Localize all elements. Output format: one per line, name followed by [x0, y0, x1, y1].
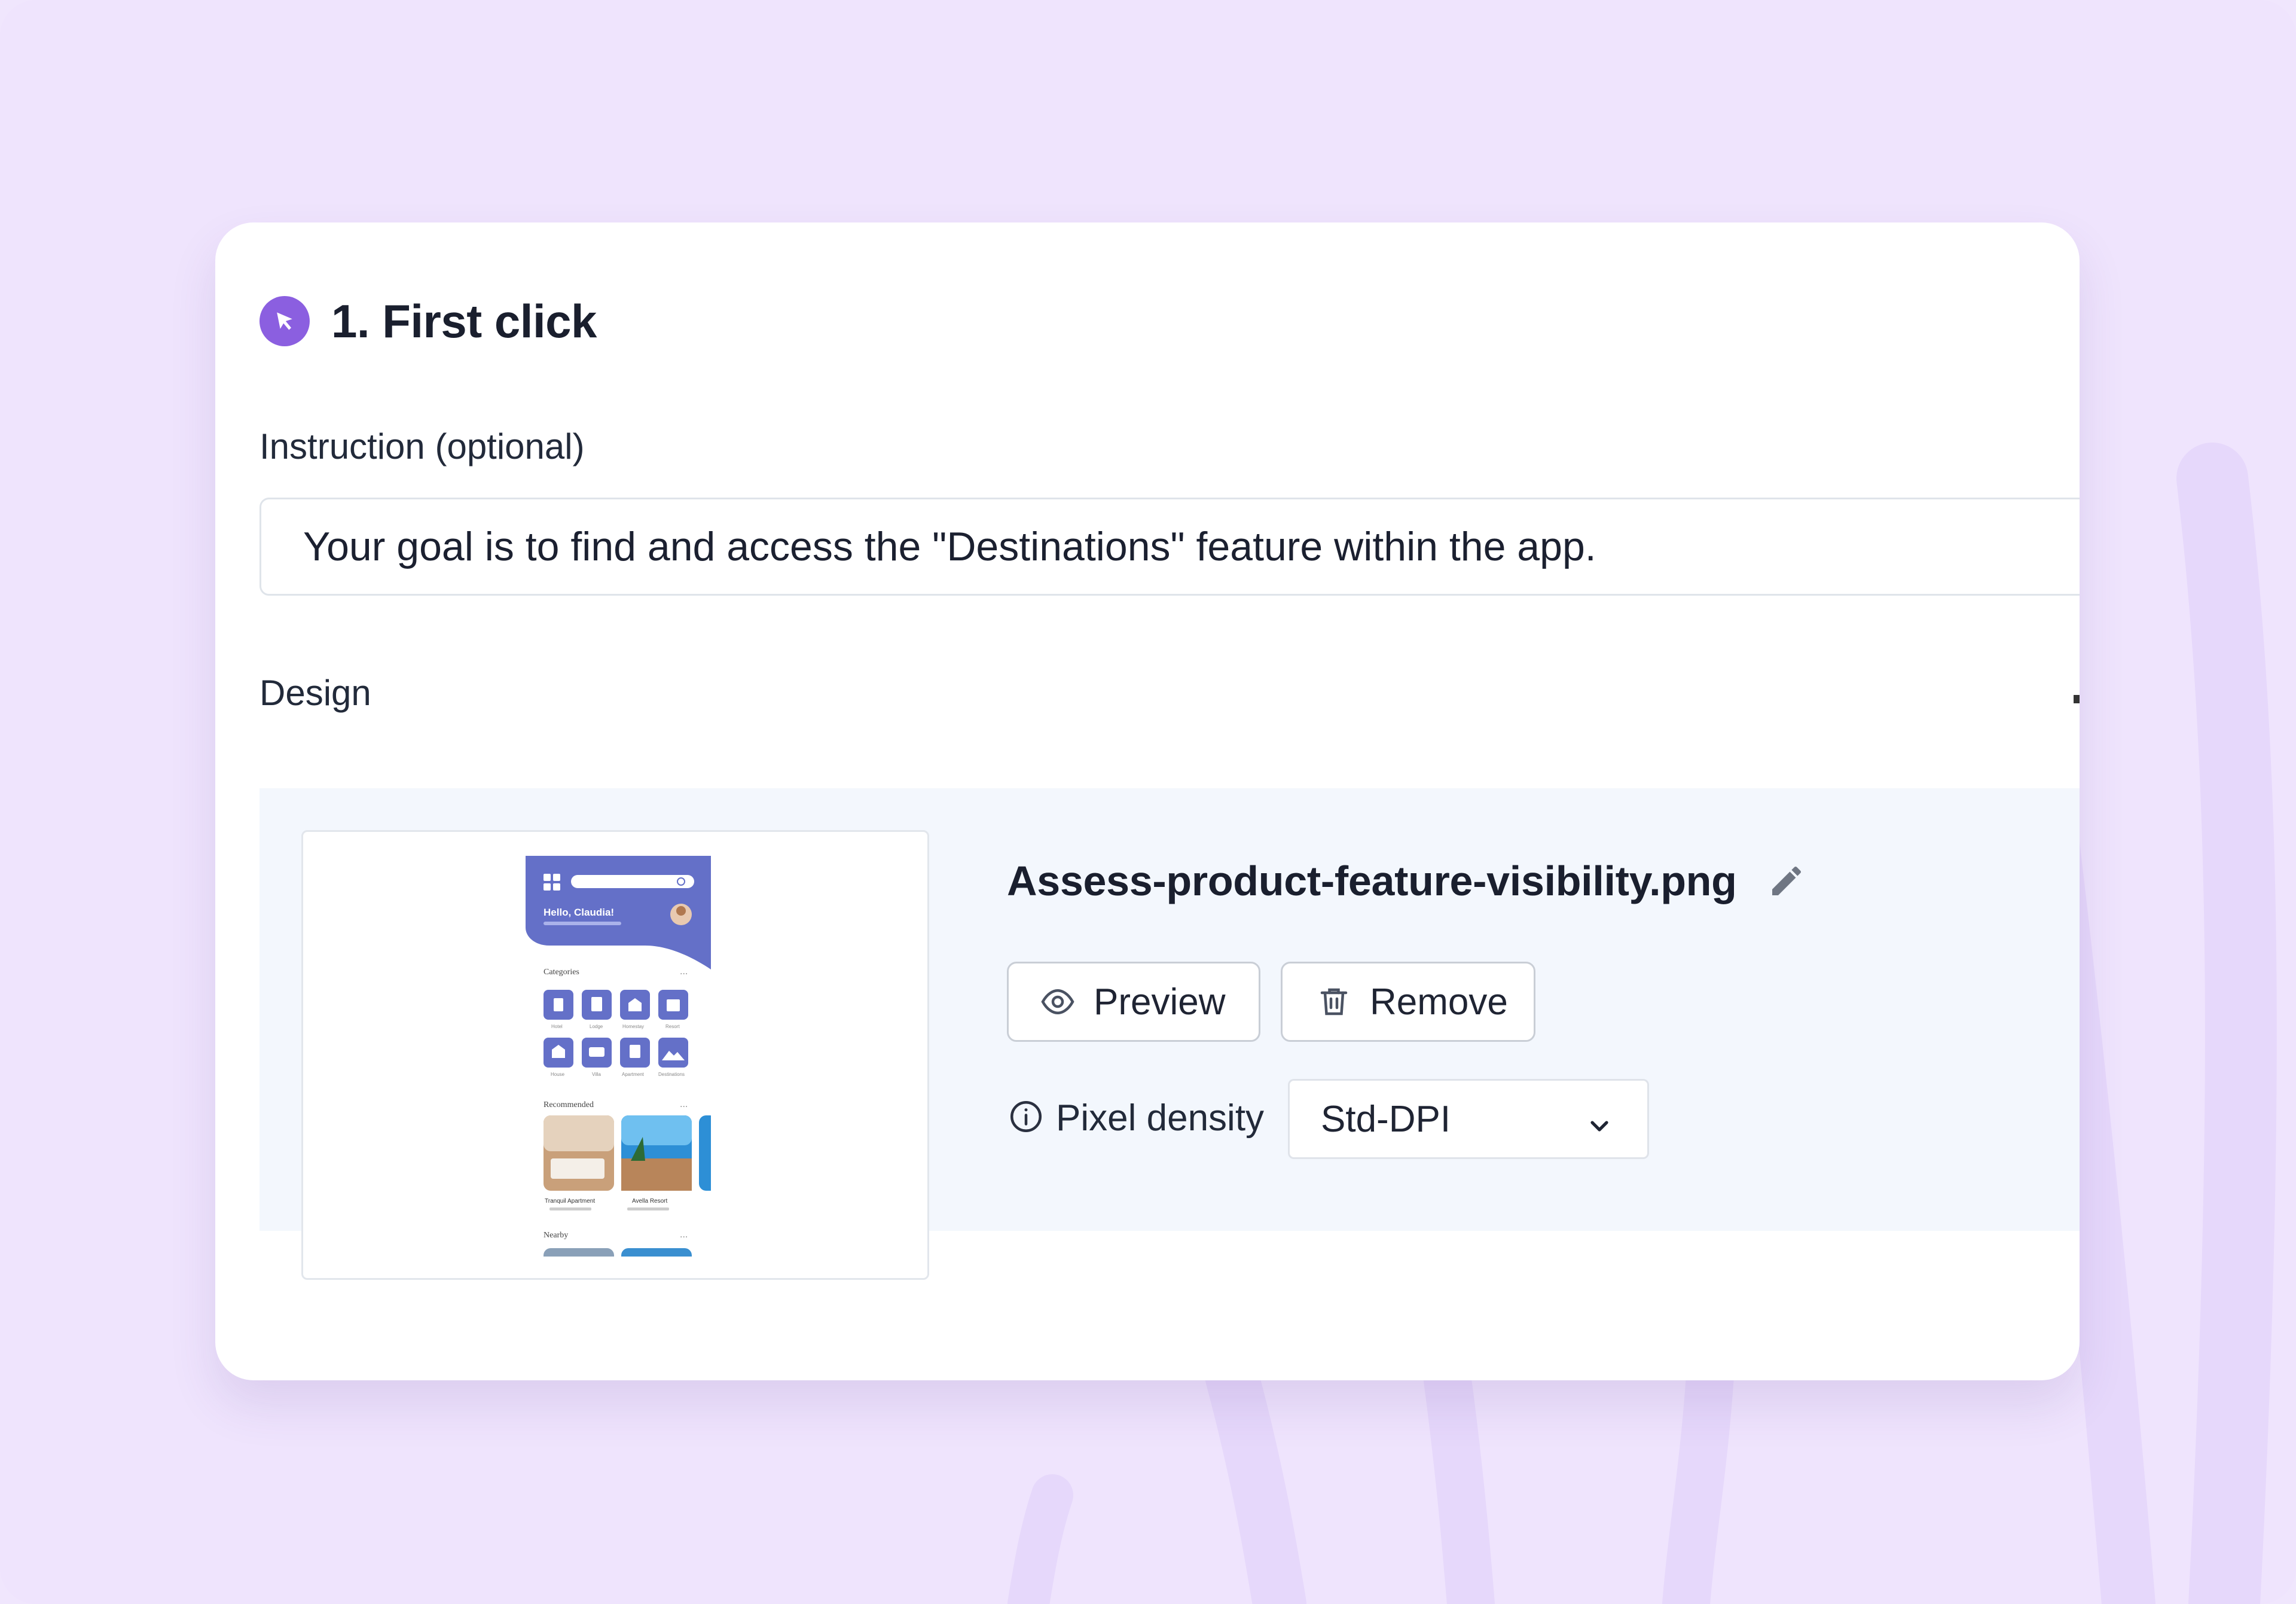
remove-label: Remove	[1370, 981, 1508, 1023]
task-header: 1. First click	[259, 288, 597, 354]
filename-row: Assess-product-feature-visibility.png	[1007, 854, 1806, 908]
cursor-click-icon	[259, 296, 310, 346]
thumb-category-3: Homestay	[622, 1024, 644, 1029]
design-thumbnail[interactable]: Hello, Claudia! Categories ... Hotel Lod…	[301, 830, 929, 1280]
thumb-category-2: Lodge	[590, 1024, 603, 1029]
file-name: Assess-product-feature-visibility.png	[1007, 858, 1737, 904]
thumb-category-4: Resort	[665, 1024, 680, 1029]
svg-text:...: ...	[680, 966, 688, 977]
pixel-density-value: Std-DPI	[1321, 1098, 1451, 1140]
thumb-category-7: Apartment	[622, 1072, 645, 1077]
pixel-density-select[interactable]: Std-DPI	[1288, 1079, 1649, 1159]
thumb-category-1: Hotel	[551, 1024, 563, 1029]
chevron-down-icon	[1585, 1107, 1614, 1149]
phone-mockup: Hello, Claudia! Categories ... Hotel Lod…	[526, 856, 711, 1257]
pixel-density-label: Pixel density	[1056, 1097, 1265, 1139]
preview-button[interactable]: Preview	[1007, 962, 1260, 1042]
thumb-recommended-1: Tranquil Apartment	[545, 1198, 595, 1204]
info-icon	[1008, 1099, 1044, 1138]
svg-text:...: ...	[680, 1099, 688, 1109]
design-label: Design	[259, 673, 371, 713]
trash-icon	[1316, 984, 1352, 1020]
task-card: 1. First click Instruction (optional) Yo…	[215, 222, 2080, 1380]
thumb-category-5: House	[551, 1072, 565, 1077]
thumb-category-8: Destinations	[658, 1072, 685, 1077]
preview-label: Preview	[1094, 981, 1226, 1023]
page-title: 1. First click	[331, 294, 597, 347]
remove-button[interactable]: Remove	[1281, 962, 1535, 1042]
thumb-greeting: Hello, Claudia!	[544, 907, 614, 918]
mockup-graphic: Hello, Claudia! Categories ... Hotel Lod…	[526, 856, 711, 1257]
thumb-recommended-2: Avella Resort	[632, 1198, 668, 1204]
eye-icon	[1040, 984, 1076, 1020]
thumb-nearby-title: Nearby	[544, 1231, 568, 1240]
thumb-category-6: Villa	[592, 1072, 602, 1077]
svg-text:...: ...	[680, 1230, 688, 1240]
thumb-recommended-title: Recommended	[544, 1100, 594, 1109]
design-panel: Hello, Claudia! Categories ... Hotel Lod…	[259, 788, 2080, 1280]
instruction-input[interactable]: Your goal is to find and access the "Des…	[259, 498, 2080, 596]
pixel-density-row: Pixel density	[1008, 1079, 1264, 1157]
instruction-label: Instruction (optional)	[259, 426, 585, 466]
thumb-categories-title: Categories	[544, 968, 579, 977]
resize-handle[interactable]	[2074, 695, 2080, 703]
pencil-icon[interactable]	[1767, 861, 1806, 901]
